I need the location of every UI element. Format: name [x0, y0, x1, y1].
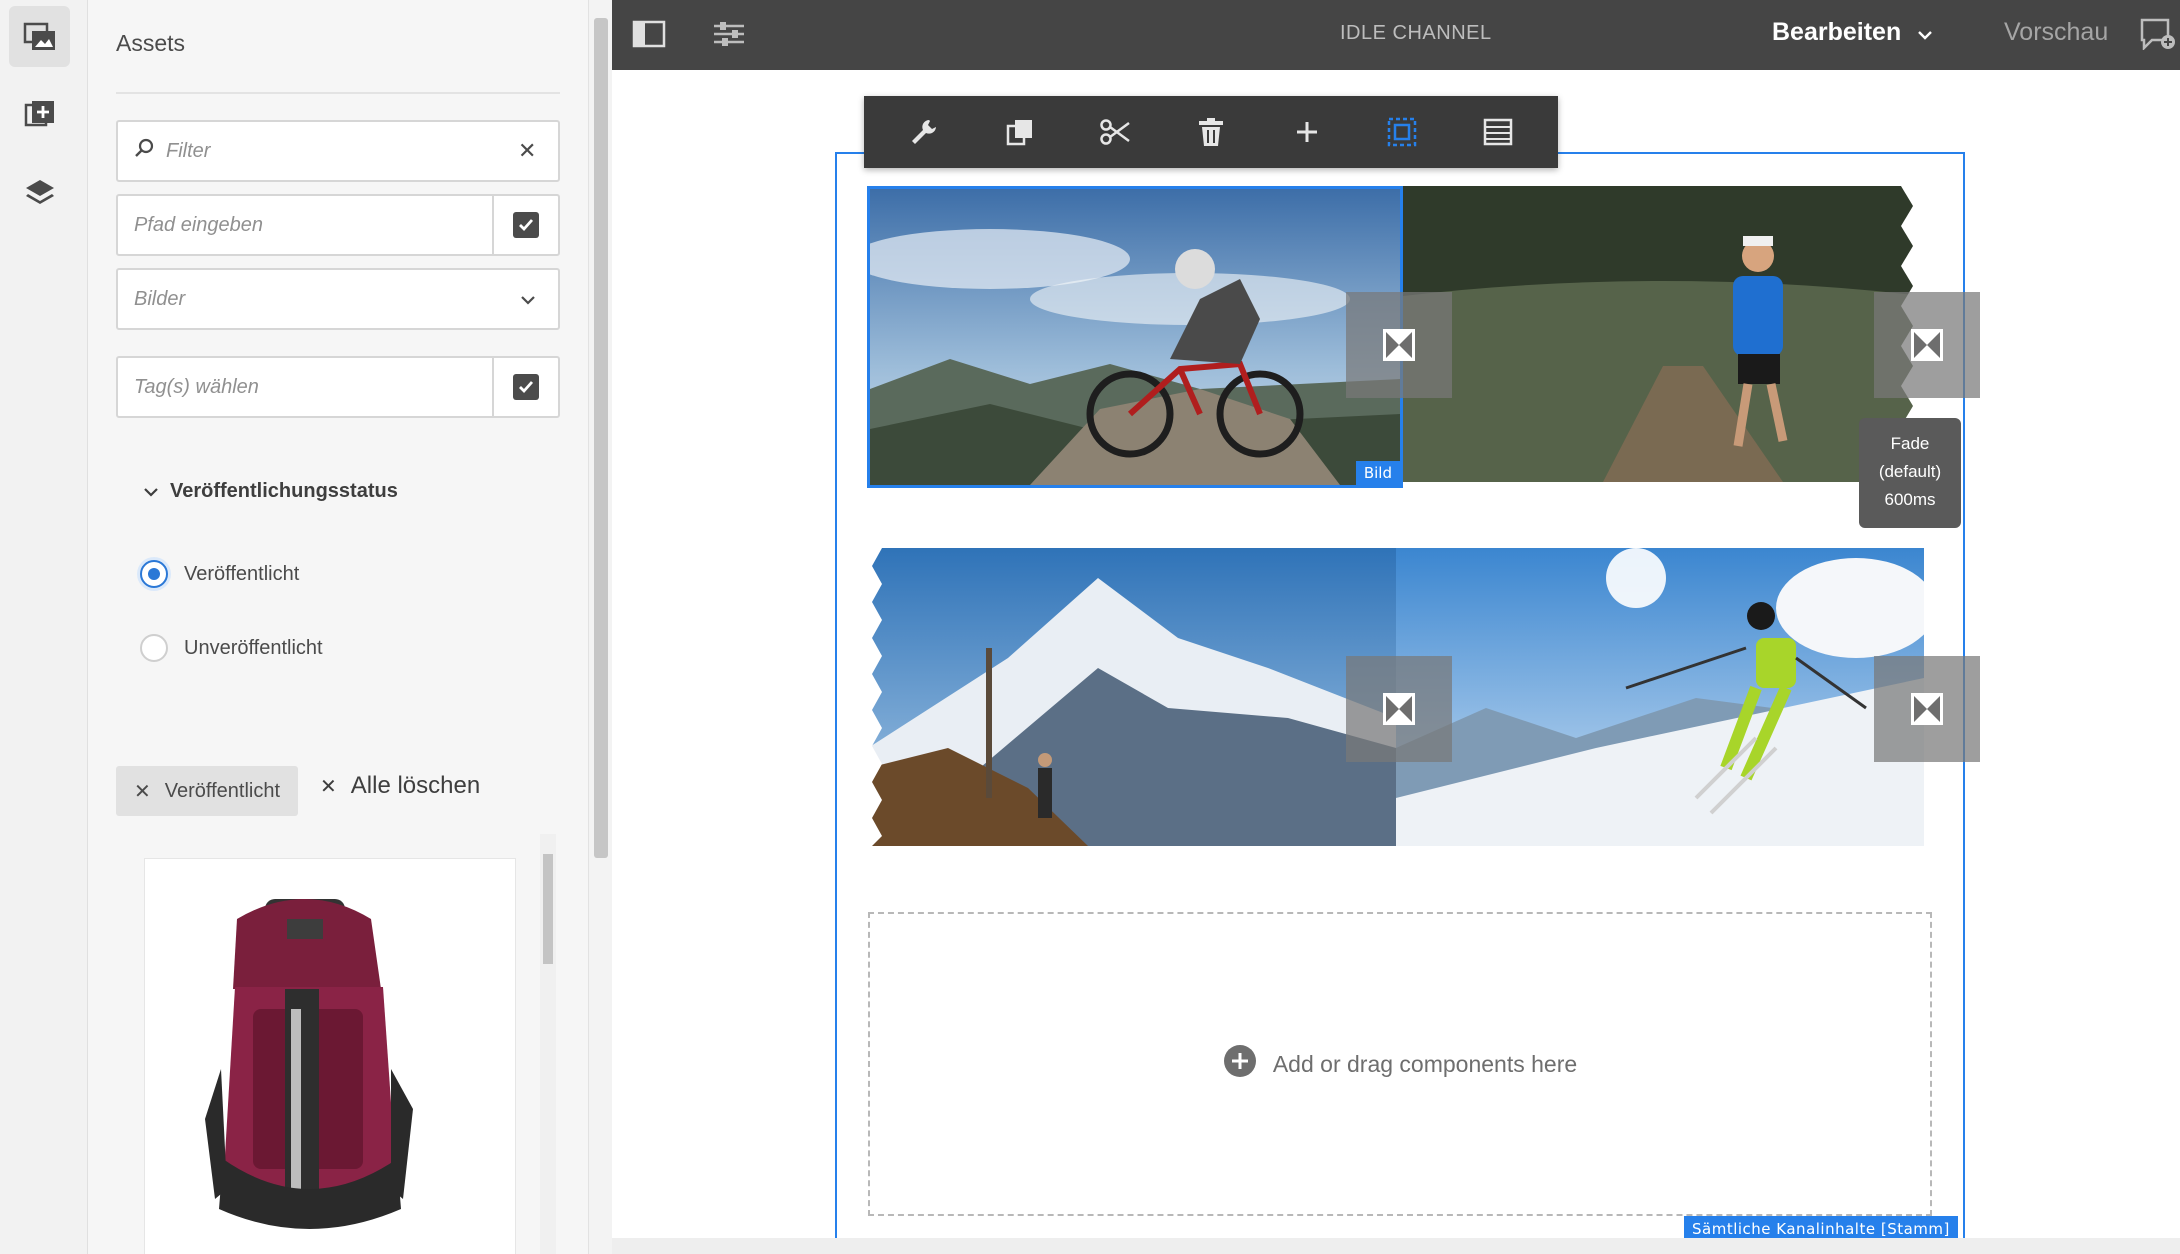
image-badge: Bild [1355, 461, 1400, 485]
image-component-skier[interactable] [1396, 548, 1924, 846]
radio-label: Unveröffentlicht [184, 636, 323, 659]
chevron-down-icon [144, 480, 158, 503]
properties-icon[interactable] [712, 20, 746, 53]
component-toolbar [864, 96, 1558, 168]
trekking-image [868, 548, 1396, 846]
biker-image [870, 189, 1400, 485]
image-component-runner[interactable] [1403, 186, 1923, 482]
mode-label: Bearbeiten [1772, 18, 1902, 46]
tooltip-line: (default) [1878, 462, 1942, 481]
tooltip-line: 600ms [1884, 490, 1936, 509]
wrench-icon[interactable] [900, 108, 948, 156]
canvas-scrollbar[interactable] [612, 1238, 2180, 1254]
asset-list [140, 834, 560, 1254]
close-icon[interactable]: ✕ [134, 779, 151, 804]
backpack-image [205, 899, 413, 1229]
assets-icon[interactable] [9, 6, 70, 67]
check-icon [513, 212, 539, 238]
radio-button[interactable] [140, 560, 168, 588]
dropzone-text: Add or drag components here [1272, 1050, 1578, 1077]
divider [116, 92, 560, 94]
group-icon[interactable] [1378, 108, 1426, 156]
active-filter-tag[interactable]: ✕ Veröffentlicht [116, 766, 299, 816]
transition-icon[interactable] [1346, 656, 1452, 762]
list-scroll-thumb[interactable] [543, 854, 553, 964]
chevron-down-icon [520, 288, 558, 311]
drop-zone[interactable]: Add or drag components here [868, 912, 1932, 1216]
add-circle-icon [1223, 1044, 1257, 1084]
annotations-icon[interactable] [2140, 18, 2176, 55]
side-panel-toggle-icon[interactable] [632, 20, 666, 53]
image-component-trekking[interactable] [868, 548, 1396, 846]
publication-status-toggle[interactable]: Veröffentlichungsstatus [144, 480, 398, 503]
transition-icon[interactable] [1346, 292, 1452, 398]
panel-scroll-thumb[interactable] [594, 18, 608, 858]
left-rail [0, 0, 88, 1254]
top-bar: IDLE CHANNEL Bearbeiten Vorschau [612, 0, 2180, 70]
chevron-down-icon [1917, 18, 1933, 47]
clear-all-button[interactable]: ✕ Alle löschen [320, 772, 480, 800]
panel-title: Assets [116, 30, 186, 56]
tags-input[interactable]: Tag(s) wählen [118, 376, 492, 399]
page-title: IDLE CHANNEL [1340, 22, 1492, 44]
close-icon: ✕ [320, 775, 337, 798]
panel-scrollbar[interactable] [588, 0, 612, 1254]
list-scrollbar[interactable] [540, 834, 556, 1254]
filter-input[interactable]: Filter [154, 140, 518, 163]
radio-label: Veröffentlicht [184, 562, 300, 585]
delete-icon[interactable] [1187, 108, 1235, 156]
path-browse-button[interactable] [492, 196, 558, 254]
tooltip-line: Fade [1890, 434, 1930, 453]
mode-selector[interactable]: Bearbeiten [1772, 18, 1933, 47]
clear-all-label: Alle löschen [350, 772, 481, 799]
close-icon[interactable]: ✕ [518, 138, 558, 164]
components-icon[interactable] [9, 84, 70, 145]
preview-button[interactable]: Vorschau [2004, 18, 2108, 47]
type-select[interactable]: Bilder [116, 268, 560, 330]
radio-button[interactable] [140, 634, 168, 662]
runner-image [1403, 186, 1923, 482]
transition-tooltip: Fade (default) 600ms [1859, 418, 1961, 528]
assets-panel: Assets Filter ✕ Pfad eingeben Bilder Tag… [88, 0, 588, 1254]
section-title: Veröffentlichungsstatus [170, 480, 398, 502]
tags-browse-button[interactable] [492, 358, 558, 416]
cut-icon[interactable] [1091, 108, 1139, 156]
layout-icon[interactable] [1474, 108, 1522, 156]
check-icon [513, 374, 539, 400]
copy-icon[interactable] [996, 108, 1044, 156]
filter-field[interactable]: Filter ✕ [116, 120, 560, 182]
path-field[interactable]: Pfad eingeben [116, 194, 560, 256]
path-input[interactable]: Pfad eingeben [118, 214, 492, 237]
radio-unpublished[interactable]: Unveröffentlicht [140, 634, 323, 662]
type-select-value: Bilder [134, 287, 186, 310]
tags-field[interactable]: Tag(s) wählen [116, 356, 560, 418]
skier-image [1396, 548, 1924, 846]
radio-published[interactable]: Veröffentlicht [140, 560, 299, 588]
transition-icon[interactable] [1874, 656, 1980, 762]
tag-label: Veröffentlicht [164, 779, 281, 802]
add-icon[interactable] [1283, 108, 1331, 156]
asset-card[interactable] [144, 858, 516, 1254]
search-icon [118, 138, 154, 164]
layers-icon[interactable] [9, 162, 70, 223]
image-component-biker[interactable]: Bild [867, 186, 1403, 488]
transition-icon[interactable] [1874, 292, 1980, 398]
